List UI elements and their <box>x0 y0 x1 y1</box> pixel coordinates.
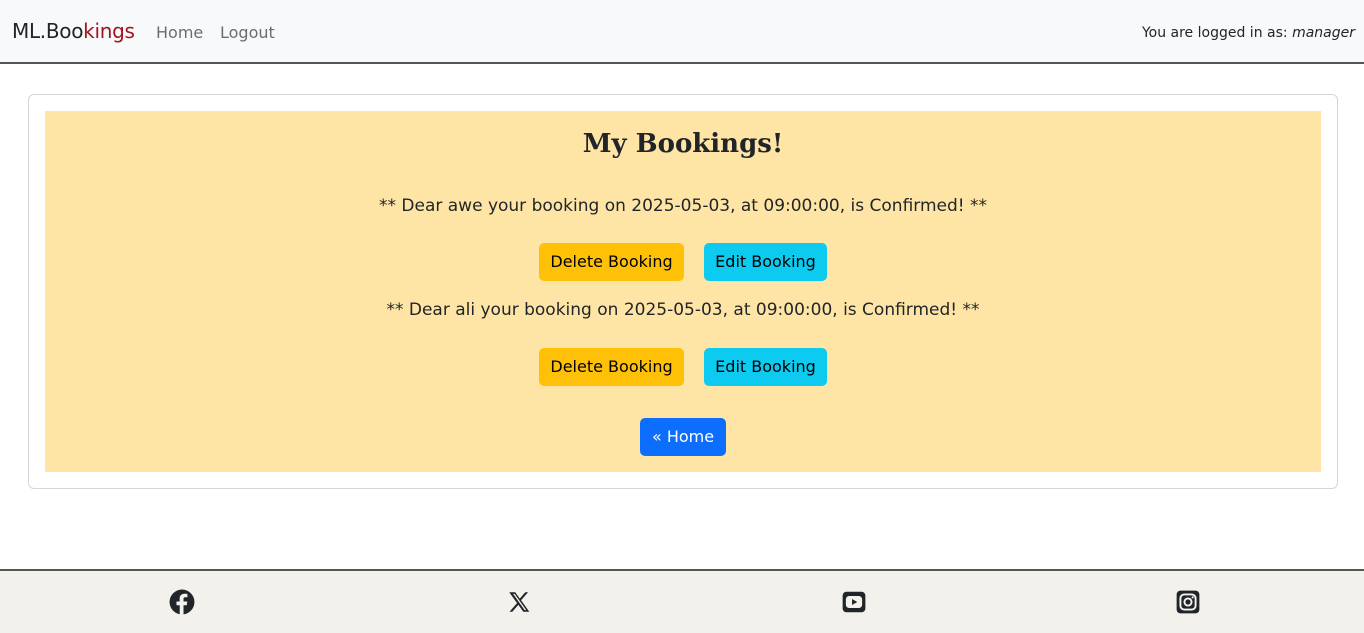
brand-text-accent: kings <box>83 19 135 43</box>
delete-booking-button[interactable]: Delete Booking <box>539 243 684 281</box>
navbar: ML.Bookings Home Logout You are logged i… <box>0 0 1364 64</box>
edit-booking-button[interactable]: Edit Booking <box>704 348 827 386</box>
nav-logout-link[interactable]: Logout <box>220 22 275 44</box>
bookings-card: My Bookings! ** Dear awe your booking on… <box>28 94 1338 489</box>
instagram-icon[interactable] <box>1175 589 1201 615</box>
edit-booking-button[interactable]: Edit Booking <box>704 243 827 281</box>
page-title: My Bookings! <box>582 129 784 159</box>
login-status-prefix: You are logged in as: <box>1141 25 1288 41</box>
delete-booking-button[interactable]: Delete Booking <box>539 348 684 386</box>
x-twitter-icon[interactable] <box>506 589 532 615</box>
login-username: manager <box>1292 25 1355 41</box>
youtube-icon[interactable] <box>841 589 867 615</box>
facebook-icon[interactable] <box>169 589 195 615</box>
booking-message: ** Dear ali your booking on 2025-05-03, … <box>386 300 980 320</box>
brand-text-primary: ML.Boo <box>12 19 84 43</box>
booking-message: ** Dear awe your booking on 2025-05-03, … <box>379 196 987 216</box>
login-status: You are logged in as: manager <box>1142 23 1355 43</box>
home-button[interactable]: « Home <box>640 418 726 456</box>
bookings-panel: My Bookings! ** Dear awe your booking on… <box>45 111 1321 472</box>
footer <box>0 569 1364 633</box>
brand-logo[interactable]: ML.Bookings <box>12 18 135 44</box>
nav-home-link[interactable]: Home <box>156 22 203 44</box>
